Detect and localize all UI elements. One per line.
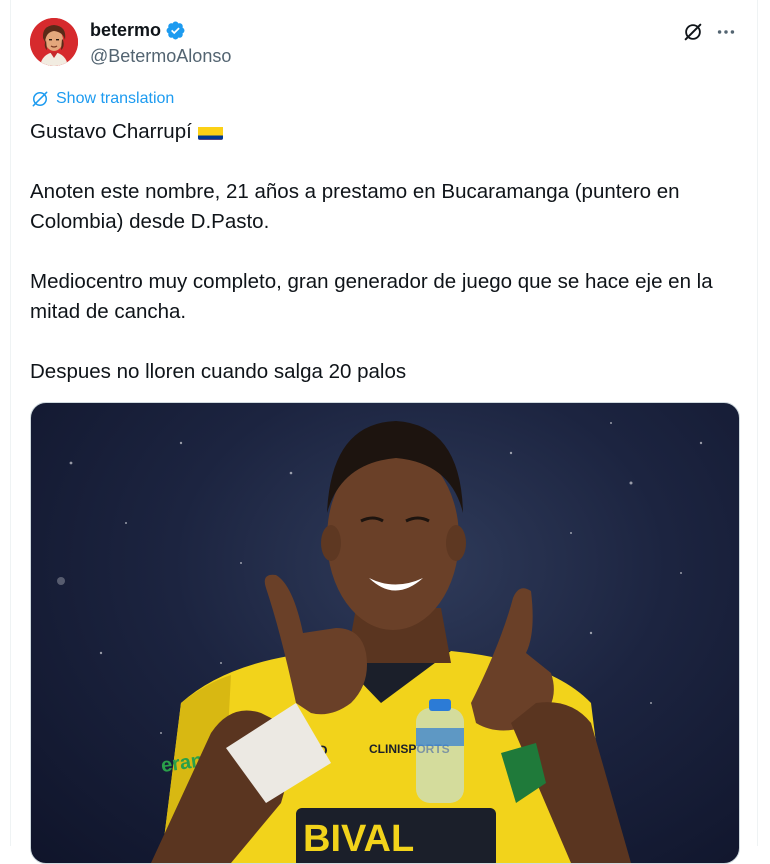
jersey-main-sponsor: BIVAL	[303, 818, 414, 860]
colombia-flag-icon	[198, 123, 223, 140]
player-photo: erano OTTO CLINISPORTS BIVAL	[31, 403, 739, 863]
player-name: Gustavo Charrupí	[30, 120, 192, 143]
more-dots-icon[interactable]	[714, 20, 738, 44]
tweet-line-1: Gustavo Charrupí	[30, 117, 740, 147]
tweet-text: Gustavo Charrupí Anoten este nombre, 21 …	[30, 117, 740, 387]
tweet-photo[interactable]: erano OTTO CLINISPORTS BIVAL	[30, 402, 740, 864]
author-handle[interactable]: @BetermoAlonso	[90, 44, 231, 68]
tweet-paragraph-3: Mediocentro muy completo, gran generador…	[30, 267, 740, 327]
globe-translate-icon	[30, 89, 50, 109]
author-display-name[interactable]: betermo	[90, 18, 161, 42]
author-name-row[interactable]: betermo	[90, 18, 186, 42]
show-translation-link[interactable]: Show translation	[30, 89, 174, 109]
author-avatar[interactable]	[30, 18, 78, 66]
tweet-paragraph-4: Despues no lloren cuando salga 20 palos	[30, 357, 740, 387]
grok-slash-icon[interactable]	[681, 20, 705, 44]
tweet-paragraph-2: Anoten este nombre, 21 años a prestamo e…	[30, 177, 740, 237]
show-translation-label[interactable]: Show translation	[56, 90, 174, 108]
cartoon-avatar-icon	[30, 18, 78, 66]
verified-badge-icon	[165, 20, 186, 41]
